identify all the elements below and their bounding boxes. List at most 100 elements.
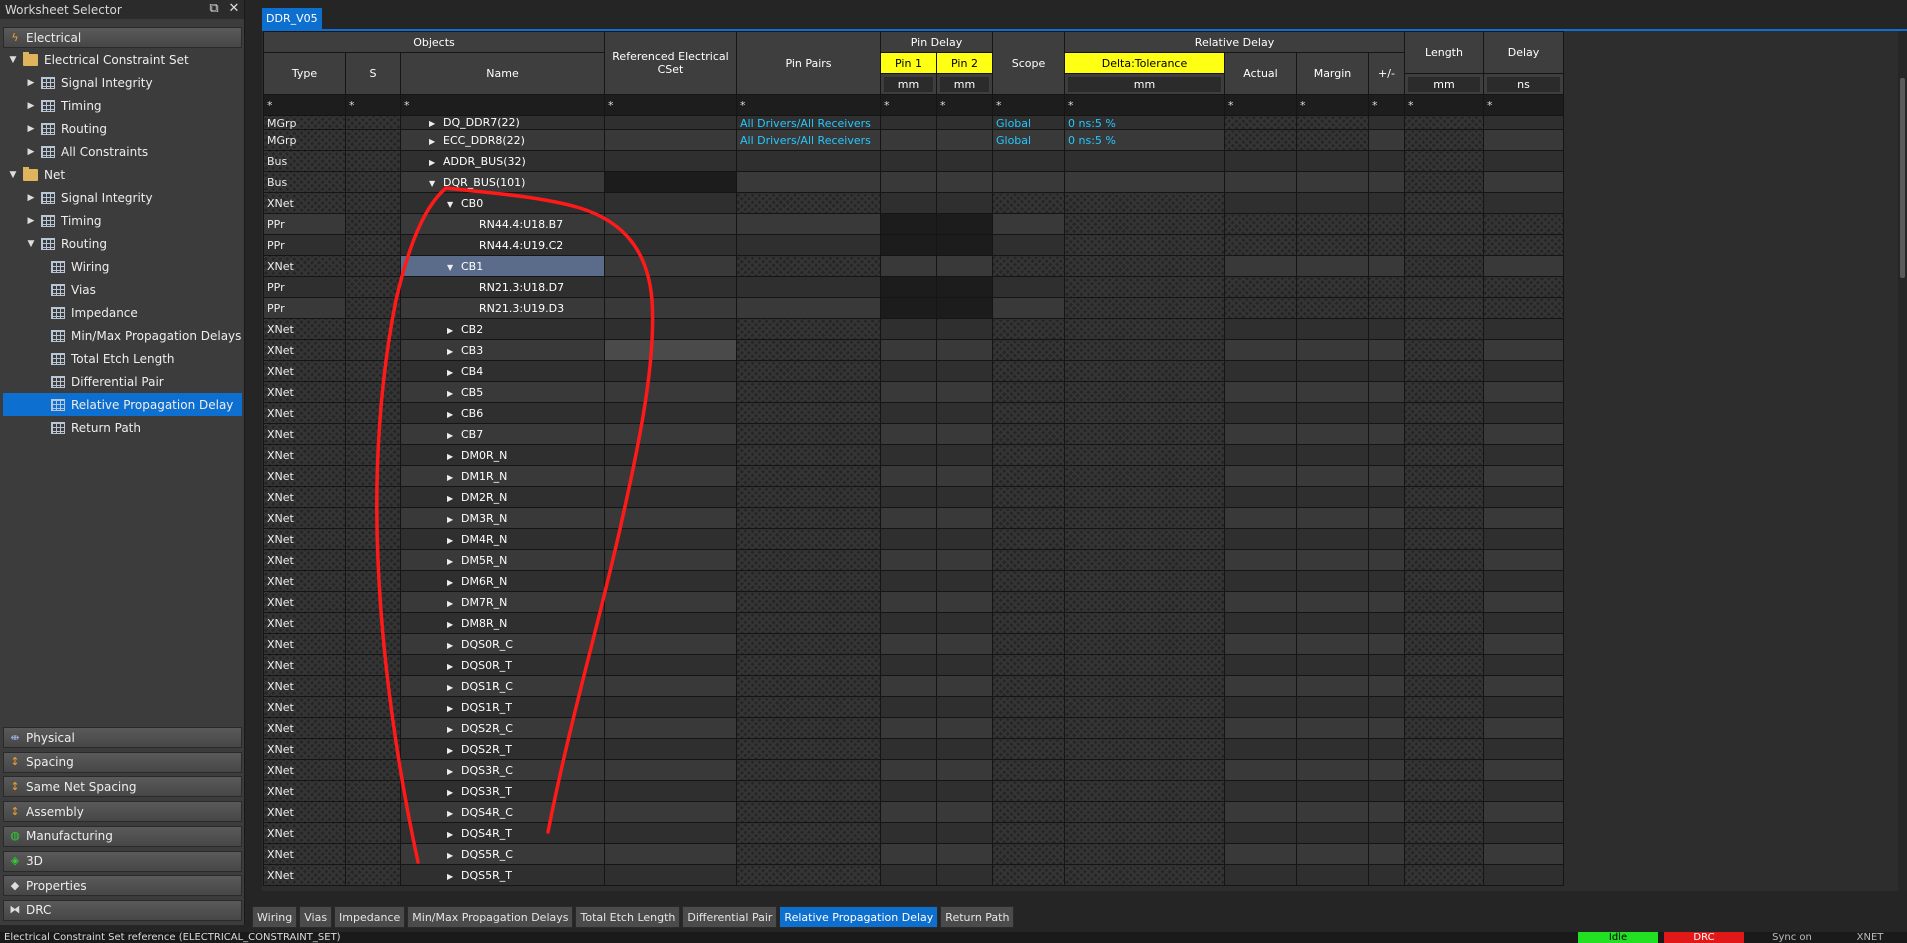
collapse-arrow-icon[interactable]: ▼ [25, 239, 37, 249]
pin1-cell[interactable] [880, 402, 937, 424]
category-manufacturing[interactable]: ◍ Manufacturing [3, 825, 242, 847]
delta-tolerance-cell[interactable] [1064, 402, 1225, 424]
pin-pairs-cell[interactable] [736, 360, 881, 382]
delta-tolerance-cell[interactable] [1064, 717, 1225, 739]
expand-arrow-icon[interactable]: ▶ [447, 851, 457, 860]
pin-pairs-cell[interactable] [736, 822, 881, 844]
scope-cell[interactable] [992, 801, 1065, 823]
table-row[interactable]: XNet ▶ DM2R_N [263, 486, 1564, 508]
ref-cset-cell[interactable] [604, 738, 737, 760]
table-row[interactable]: Bus ▼ DQR_BUS(101) [263, 171, 1564, 193]
scope-cell[interactable] [992, 591, 1065, 613]
delta-tolerance-cell[interactable] [1064, 633, 1225, 655]
name-cell[interactable]: RN44.4:U19.C2 [400, 234, 605, 256]
ref-cset-cell[interactable] [604, 360, 737, 382]
bottom-tab-wiring[interactable]: Wiring [252, 906, 298, 928]
delta-tolerance-cell[interactable]: 0 ns:5 % [1064, 115, 1225, 130]
delta-tolerance-cell[interactable] [1064, 444, 1225, 466]
s-cell[interactable] [345, 444, 401, 466]
pin1-cell[interactable] [880, 696, 937, 718]
ref-cset-cell[interactable] [604, 381, 737, 403]
s-cell[interactable] [345, 633, 401, 655]
pin-pairs-cell[interactable] [736, 717, 881, 739]
ref-cset-cell[interactable] [604, 276, 737, 298]
s-cell[interactable] [345, 549, 401, 571]
pin1-cell[interactable] [880, 360, 937, 382]
pin1-cell[interactable] [880, 612, 937, 634]
scope-cell[interactable] [992, 297, 1065, 319]
pin1-cell[interactable] [880, 528, 937, 550]
pin-pairs-cell[interactable] [736, 591, 881, 613]
scope-cell[interactable] [992, 864, 1065, 886]
scope-cell[interactable] [992, 570, 1065, 592]
pin1-cell[interactable] [880, 717, 937, 739]
s-cell[interactable] [345, 507, 401, 529]
scope-cell[interactable] [992, 423, 1065, 445]
category-physical[interactable]: ⇼ Physical [3, 727, 242, 748]
name-cell[interactable]: ▶ DM7R_N [400, 591, 605, 613]
name-cell[interactable]: ▶ ECC_DDR8(22) [400, 129, 605, 151]
name-cell[interactable]: ▶ CB2 [400, 318, 605, 340]
pin-pairs-cell[interactable] [736, 654, 881, 676]
scope-cell[interactable] [992, 213, 1065, 235]
delta-tolerance-cell[interactable] [1064, 255, 1225, 277]
pin2-cell[interactable] [936, 675, 993, 697]
pin1-cell[interactable] [880, 276, 937, 298]
pin-pairs-cell[interactable] [736, 192, 881, 214]
table-row[interactable]: XNet ▶ CB7 [263, 423, 1564, 445]
pin2-cell[interactable] [936, 129, 993, 151]
pin-pairs-cell[interactable] [736, 612, 881, 634]
table-row[interactable]: XNet ▶ DM4R_N [263, 528, 1564, 550]
filter-cell[interactable]: * [880, 94, 937, 116]
expand-arrow-icon[interactable]: ▶ [447, 872, 457, 881]
pin-pairs-cell[interactable] [736, 150, 881, 172]
pin2-cell[interactable] [936, 864, 993, 886]
collapse-arrow-icon[interactable]: ▼ [447, 200, 457, 209]
pin1-cell[interactable] [880, 591, 937, 613]
delta-tolerance-cell[interactable] [1064, 171, 1225, 193]
delta-tolerance-cell[interactable] [1064, 696, 1225, 718]
ref-cset-cell[interactable] [604, 675, 737, 697]
name-cell[interactable]: ▶ CB5 [400, 381, 605, 403]
s-cell[interactable] [345, 255, 401, 277]
table-row[interactable]: XNet ▶ DM0R_N [263, 444, 1564, 466]
ref-cset-cell[interactable] [604, 801, 737, 823]
pin-pairs-cell[interactable] [736, 759, 881, 781]
scope-cell[interactable] [992, 255, 1065, 277]
expand-arrow-icon[interactable]: ▶ [447, 830, 457, 839]
delta-tolerance-cell[interactable] [1064, 486, 1225, 508]
s-cell[interactable] [345, 129, 401, 151]
table-row[interactable]: MGrp ▶ DQ_DDR7(22) All Drivers/All Receiver… [263, 115, 1564, 130]
tree-item-timing[interactable]: ▶ Timing [3, 209, 242, 232]
tree-item-routing[interactable]: ▶ Routing [3, 117, 242, 140]
name-cell[interactable]: ▶ DM6R_N [400, 570, 605, 592]
pin2-cell[interactable] [936, 486, 993, 508]
s-cell[interactable] [345, 738, 401, 760]
expand-arrow-icon[interactable]: ▶ [447, 557, 457, 566]
name-cell[interactable]: ▶ DQS3R_T [400, 780, 605, 802]
expand-arrow-icon[interactable]: ▶ [447, 809, 457, 818]
expand-arrow-icon[interactable]: ▶ [447, 452, 457, 461]
pin1-cell[interactable] [880, 150, 937, 172]
expand-arrow-icon[interactable]: ▶ [447, 431, 457, 440]
name-cell[interactable]: ▶ DM0R_N [400, 444, 605, 466]
pin1-cell[interactable] [880, 255, 937, 277]
s-cell[interactable] [345, 276, 401, 298]
pin2-cell[interactable] [936, 339, 993, 361]
pin2-cell[interactable] [936, 843, 993, 865]
expand-arrow-icon[interactable]: ▶ [447, 767, 457, 776]
status-sync[interactable]: Sync on [1752, 932, 1832, 943]
pin-pairs-cell[interactable] [736, 570, 881, 592]
pin1-cell[interactable] [880, 759, 937, 781]
filter-cell[interactable]: * [936, 94, 993, 116]
table-row[interactable]: XNet ▶ DM7R_N [263, 591, 1564, 613]
tree-item-relative-propagation-delay[interactable]: Relative Propagation Delay [3, 393, 242, 416]
pin2-cell[interactable] [936, 423, 993, 445]
filter-cell[interactable]: * [1368, 94, 1405, 116]
tree-item-timing[interactable]: ▶ Timing [3, 94, 242, 117]
delta-tolerance-cell[interactable] [1064, 675, 1225, 697]
header-length[interactable]: Length [1404, 31, 1484, 74]
ref-cset-cell[interactable] [604, 234, 737, 256]
expand-arrow-icon[interactable]: ▶ [25, 147, 37, 157]
delta-tolerance-cell[interactable] [1064, 822, 1225, 844]
